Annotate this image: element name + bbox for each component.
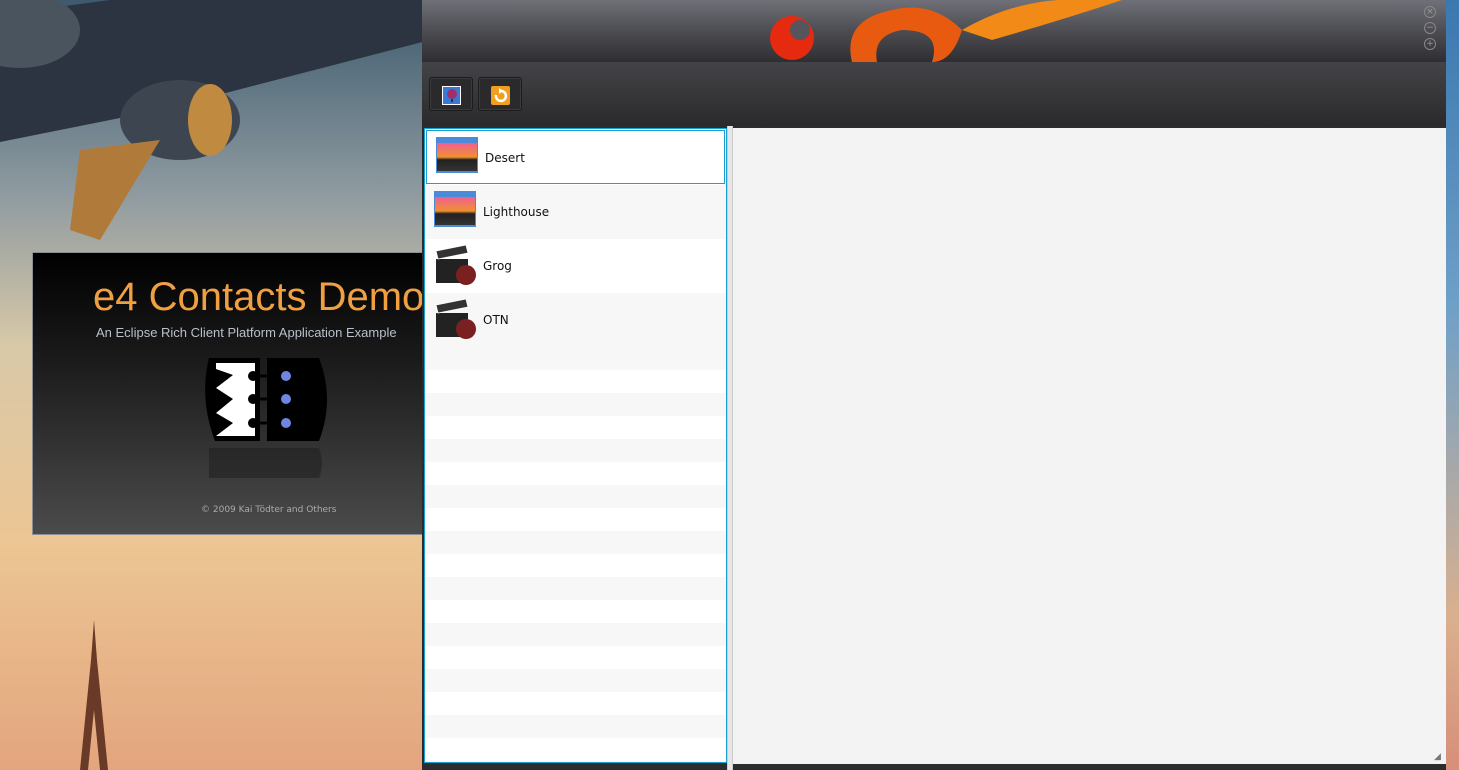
list-item[interactable]: Lighthouse — [425, 185, 726, 239]
list-item-label: Lighthouse — [483, 205, 550, 219]
list-item-label: Desert — [485, 151, 525, 165]
theme-image-button[interactable] — [429, 77, 473, 111]
e4-logo-icon — [205, 358, 327, 478]
maximize-window-button[interactable]: + — [1424, 38, 1436, 50]
list-item[interactable]: Desert — [426, 130, 725, 184]
list-item[interactable]: Grog — [425, 239, 726, 293]
app-window: × − + Desert Lighthouse Grog OTN ◢ — [422, 0, 1446, 770]
refresh-button[interactable] — [478, 77, 522, 111]
sunset-image-icon — [436, 137, 478, 173]
sunset-image-icon — [434, 191, 476, 227]
minimize-icon: − — [1426, 23, 1434, 33]
maximize-icon: + — [1426, 39, 1434, 49]
splash-title: e4 Contacts Demo — [93, 275, 425, 319]
minimize-window-button[interactable]: − — [1424, 22, 1436, 34]
eiffel-tower-image — [80, 620, 108, 770]
list-item[interactable]: OTN — [425, 293, 726, 347]
toolbar — [422, 62, 1446, 126]
close-icon: × — [1426, 7, 1434, 17]
splash-subtitle: An Eclipse Rich Client Platform Applicat… — [96, 325, 397, 340]
list-item-label: Grog — [483, 259, 512, 273]
resize-grip-icon[interactable]: ◢ — [1434, 752, 1444, 762]
desktop-background — [1446, 0, 1459, 770]
window-header[interactable]: × − + — [422, 0, 1446, 62]
movie-clapper-icon — [435, 245, 476, 285]
airplane-image — [0, 0, 430, 240]
refresh-icon — [491, 86, 510, 105]
balloon-image-icon — [442, 86, 461, 105]
contacts-list[interactable]: Desert Lighthouse Grog OTN — [424, 128, 727, 763]
close-window-button[interactable]: × — [1424, 6, 1436, 18]
header-logo-icon — [770, 0, 1122, 62]
empty-rows — [425, 347, 726, 762]
splash-screen: e4 Contacts Demo An Eclipse Rich Client … — [32, 252, 432, 535]
splash-copyright: © 2009 Kai Tödter and Others — [201, 505, 337, 515]
details-panel: ◢ — [733, 128, 1446, 764]
movie-clapper-icon — [435, 299, 476, 339]
list-item-label: OTN — [483, 313, 509, 327]
